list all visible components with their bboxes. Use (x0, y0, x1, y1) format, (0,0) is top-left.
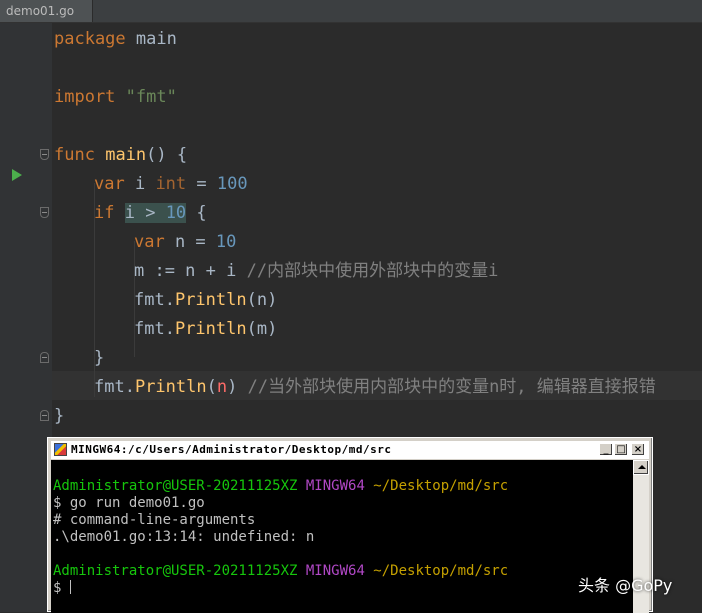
terminal-error-line: .\demo01.go:13:14: undefined: n (53, 529, 315, 545)
tab-demo01-go[interactable]: demo01.go (0, 0, 93, 22)
code-line-3: import "fmt" (54, 83, 177, 112)
editor-tab-bar: demo01.go (0, 0, 702, 23)
terminal-output[interactable]: Administrator@USER-20211125XZ MINGW64 ~/… (51, 460, 633, 613)
undefined-variable-error: n (216, 377, 228, 397)
string-literal: "fmt" (125, 87, 177, 107)
type-name: int (155, 174, 187, 194)
keyword: func (54, 145, 95, 165)
tab-label: demo01.go (6, 4, 75, 18)
package-ref: fmt. (94, 377, 135, 397)
maximize-button[interactable]: □ (614, 443, 628, 456)
minimize-button[interactable]: _ (599, 443, 613, 456)
code-text: n = (164, 232, 216, 252)
package-ref: fmt. (134, 290, 175, 310)
code-line-6: var i int = 100 (94, 170, 248, 199)
keyword: package (54, 29, 126, 49)
code-line-5: func main() { (54, 141, 187, 170)
function-call: Println (174, 319, 247, 339)
package-ref: fmt. (134, 319, 175, 339)
fold-func-icon[interactable] (40, 149, 49, 160)
terminal-input-line[interactable]: $ (53, 580, 71, 597)
code-text: i > (124, 203, 166, 223)
code-text: { (186, 203, 207, 223)
scroll-up-arrow-icon[interactable] (633, 460, 649, 475)
code-comment: //内部块中使用外部块中的变量i (246, 261, 499, 281)
code-text: (n) (246, 290, 278, 310)
prompt-system: MINGW64 (297, 478, 365, 494)
code-text: ( (206, 377, 217, 397)
keyword: import (54, 87, 116, 107)
prompt-user: Administrator@USER-20211125XZ (53, 478, 298, 494)
code-line-8: var n = 10 (134, 228, 236, 257)
code-line-11: fmt.Println(m) (134, 315, 277, 344)
code-text: m := n + i (134, 261, 247, 281)
editor-gutter (0, 23, 52, 612)
number-literal: 10 (165, 203, 187, 223)
code-text: = (186, 174, 217, 194)
watermark: 头条 @GoPy (578, 576, 673, 595)
prompt-user: Administrator@USER-20211125XZ (53, 563, 298, 579)
terminal-output-line: # command-line-arguments (53, 512, 256, 528)
prompt-path: ~/Desktop/md/src (364, 563, 509, 579)
prompt-system: MINGW64 (297, 563, 365, 579)
terminal-prompt-line: Administrator@USER-20211125XZ MINGW64 ~/… (53, 563, 508, 580)
mingw64-terminal-window[interactable]: MINGW64:/c/Users/Administrator/Desktop/m… (47, 437, 653, 613)
code-line-9: m := n + i //内部块中使用外部块中的变量i (134, 257, 498, 286)
code-comment: //当外部块使用内部块中的变量n时, 编辑器直接报错 (237, 377, 656, 397)
keyword: var (94, 174, 125, 194)
fold-func-end-icon[interactable] (40, 410, 49, 421)
fold-if-icon[interactable] (40, 207, 49, 218)
prompt-path: ~/Desktop/md/src (364, 478, 509, 494)
code-line-7: if i > 10 { (94, 199, 207, 228)
code-text: i (124, 174, 156, 194)
number-literal: 100 (216, 174, 248, 194)
code-line-13: fmt.Println(n) //当外部块使用内部块中的变量n时, 编辑器直接报… (94, 373, 656, 402)
function-name: main (105, 145, 147, 165)
code-text: main (125, 29, 177, 49)
prompt-symbol: $ (53, 580, 70, 596)
mingw-app-icon[interactable] (54, 443, 67, 456)
terminal-title: MINGW64:/c/Users/Administrator/Desktop/m… (71, 443, 392, 456)
number-literal: 10 (215, 232, 237, 252)
text-cursor (69, 580, 71, 594)
code-text: () { (146, 145, 188, 165)
code-text: (m) (246, 319, 278, 339)
close-button[interactable]: × (631, 443, 645, 456)
terminal-prompt-line: Administrator@USER-20211125XZ MINGW64 ~/… (53, 478, 508, 495)
code-line-12: } (94, 348, 105, 368)
function-call: Println (174, 290, 247, 310)
keyword: var (134, 232, 165, 252)
terminal-command-line: $ go run demo01.go (53, 495, 205, 511)
code-line-14: } (54, 406, 65, 426)
terminal-title-bar[interactable]: MINGW64:/c/Users/Administrator/Desktop/m… (51, 441, 649, 459)
run-icon[interactable] (12, 169, 22, 181)
fold-if-end-icon[interactable] (40, 352, 49, 363)
function-call: Println (134, 377, 207, 397)
code-line-1: package main (54, 25, 177, 54)
code-line-10: fmt.Println(n) (134, 286, 277, 315)
code-text: ) (227, 377, 238, 397)
keyword: if (94, 203, 115, 223)
selected-condition: i > 10 (124, 203, 187, 223)
